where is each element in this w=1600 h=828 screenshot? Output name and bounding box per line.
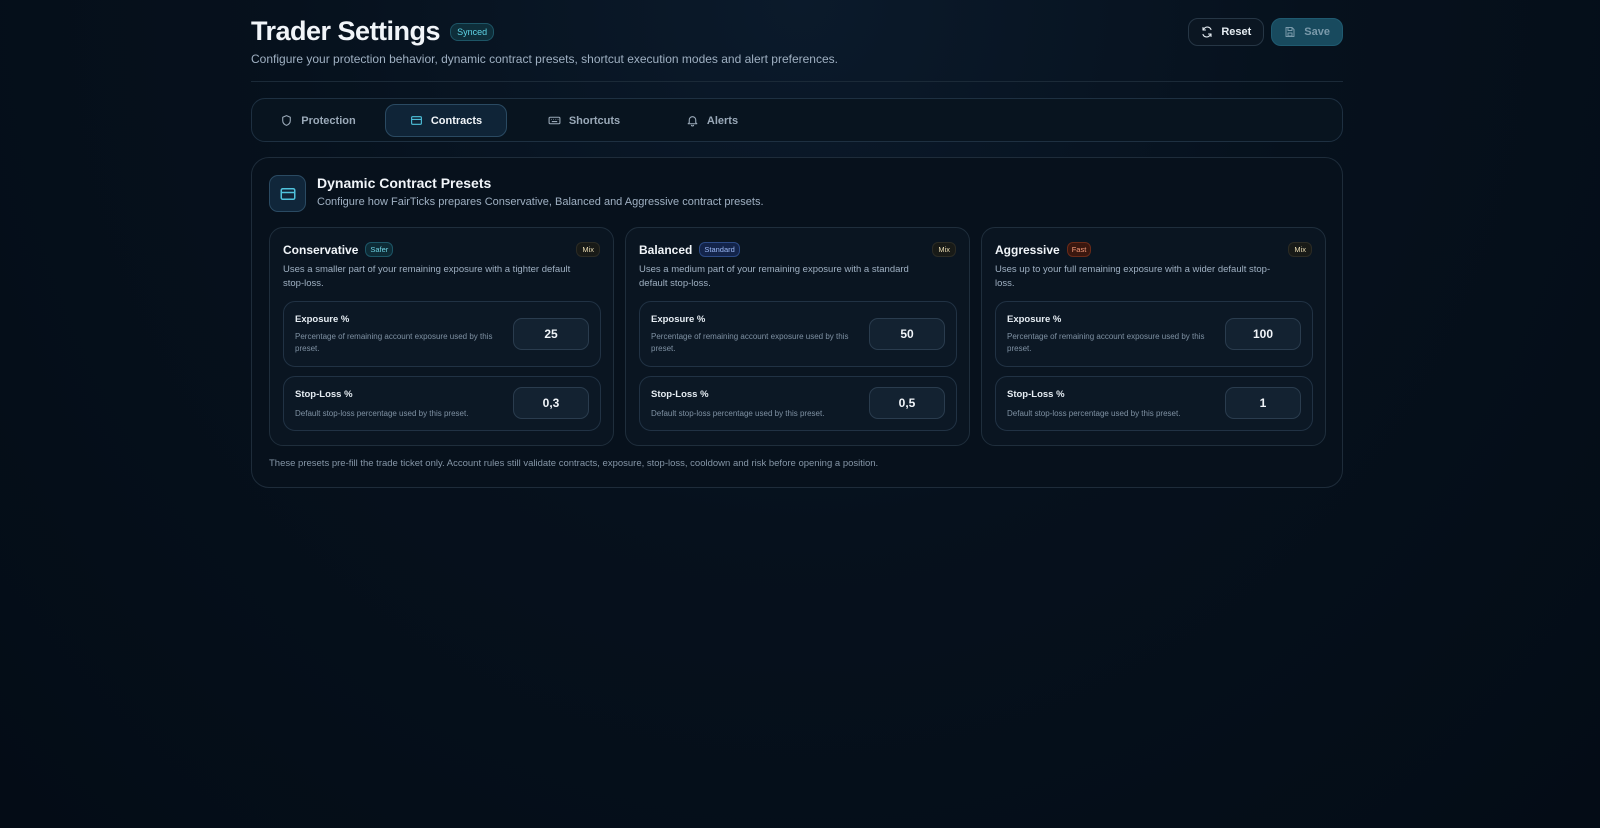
field-label: Exposure % <box>1007 314 1062 325</box>
preset-card-conservative: Conservative Safer Mix Uses a smaller pa… <box>269 227 614 446</box>
field-label: Stop-Loss % <box>295 389 353 400</box>
preset-tag: Fast <box>1066 242 1092 257</box>
header-divider <box>251 81 1343 82</box>
field-label: Exposure % <box>295 314 350 325</box>
keyboard-icon <box>548 116 561 125</box>
tab-contracts[interactable]: Contracts <box>385 104 507 137</box>
mix-badge: Mix <box>576 242 600 257</box>
preset-card-balanced: Balanced Standard Mix Uses a medium part… <box>625 227 970 446</box>
exposure-field: Exposure % Percentage of remaining accou… <box>995 301 1313 367</box>
save-icon <box>1285 27 1295 37</box>
panel-title: Dynamic Contract Presets <box>317 175 492 191</box>
panel-description: Configure how FairTicks prepares Conserv… <box>317 196 764 208</box>
exposure-field: Exposure % Percentage of remaining accou… <box>283 301 601 367</box>
settings-page: Trader Settings Synced Configure your pr… <box>251 0 1343 488</box>
field-help: Percentage of remaining account exposure… <box>1007 332 1205 353</box>
preset-tag: Safer <box>365 242 394 257</box>
field-help: Default stop-loss percentage used by thi… <box>295 409 469 418</box>
panel-icon <box>269 175 306 212</box>
exposure-field: Exposure % Percentage of remaining accou… <box>639 301 957 367</box>
page-header: Trader Settings Synced Configure your pr… <box>251 0 1343 82</box>
tab-alerts[interactable]: Alerts <box>657 104 767 137</box>
tab-label: Contracts <box>430 114 483 127</box>
field-label: Stop-Loss % <box>1007 389 1065 400</box>
save-label: Save <box>1304 26 1330 38</box>
stoploss-field: Stop-Loss % Default stop-loss percentage… <box>995 376 1313 431</box>
status-badge: Synced <box>450 22 495 41</box>
shield-icon <box>282 115 292 126</box>
tab-label: Shortcuts <box>568 114 621 127</box>
exposure-input[interactable] <box>869 318 945 350</box>
field-help: Percentage of remaining account exposure… <box>295 332 493 353</box>
preset-name: Aggressive <box>995 242 1060 257</box>
preset-name: Conservative <box>283 242 359 257</box>
stoploss-field: Stop-Loss % Default stop-loss percentage… <box>283 376 601 431</box>
preset-description: Uses a medium part of your remaining exp… <box>639 264 909 289</box>
title-row: Trader Settings Synced <box>251 16 495 47</box>
stoploss-input[interactable] <box>1225 387 1301 419</box>
card-header: Conservative Safer <box>283 242 394 257</box>
card-header: Aggressive Fast <box>995 242 1092 257</box>
exposure-input[interactable] <box>513 318 589 350</box>
preset-name: Balanced <box>639 242 693 257</box>
tab-label: Protection <box>301 114 356 127</box>
tab-protection[interactable]: Protection <box>263 104 373 137</box>
field-label: Stop-Loss % <box>651 389 709 400</box>
field-help: Default stop-loss percentage used by thi… <box>1007 409 1181 418</box>
stoploss-field: Stop-Loss % Default stop-loss percentage… <box>639 376 957 431</box>
card-icon <box>280 187 295 200</box>
page-subtitle: Configure your protection behavior, dyna… <box>251 52 838 66</box>
refresh-icon <box>1202 26 1212 38</box>
header-actions: Reset Save <box>1188 18 1343 46</box>
page-title: Trader Settings <box>251 16 441 46</box>
reset-label: Reset <box>1221 26 1252 38</box>
preset-card-aggressive: Aggressive Fast Mix Uses up to your full… <box>981 227 1326 446</box>
tab-label: Alerts <box>706 114 739 127</box>
stoploss-input[interactable] <box>513 387 589 419</box>
preset-description: Uses a smaller part of your remaining ex… <box>283 264 571 289</box>
save-button[interactable]: Save <box>1271 18 1343 46</box>
settings-tabs: Protection Contracts Shortcuts Alerts <box>251 98 1343 142</box>
stoploss-input[interactable] <box>869 387 945 419</box>
card-header: Balanced Standard <box>639 242 740 257</box>
preset-tag: Standard <box>699 242 740 257</box>
preset-description: Uses up to your full remaining exposure … <box>995 264 1271 289</box>
mix-badge: Mix <box>932 242 956 257</box>
field-help: Default stop-loss percentage used by thi… <box>651 409 825 418</box>
mix-badge: Mix <box>1288 242 1312 257</box>
tab-shortcuts[interactable]: Shortcuts <box>524 104 644 137</box>
bell-icon <box>687 116 698 127</box>
field-label: Exposure % <box>651 314 706 325</box>
exposure-input[interactable] <box>1225 318 1301 350</box>
panel-footnote: These presets pre-fill the trade ticket … <box>269 458 879 469</box>
contract-presets-panel: Dynamic Contract Presets Configure how F… <box>251 157 1343 488</box>
card-icon <box>410 116 422 125</box>
field-help: Percentage of remaining account exposure… <box>651 332 849 353</box>
reset-button[interactable]: Reset <box>1188 18 1265 46</box>
